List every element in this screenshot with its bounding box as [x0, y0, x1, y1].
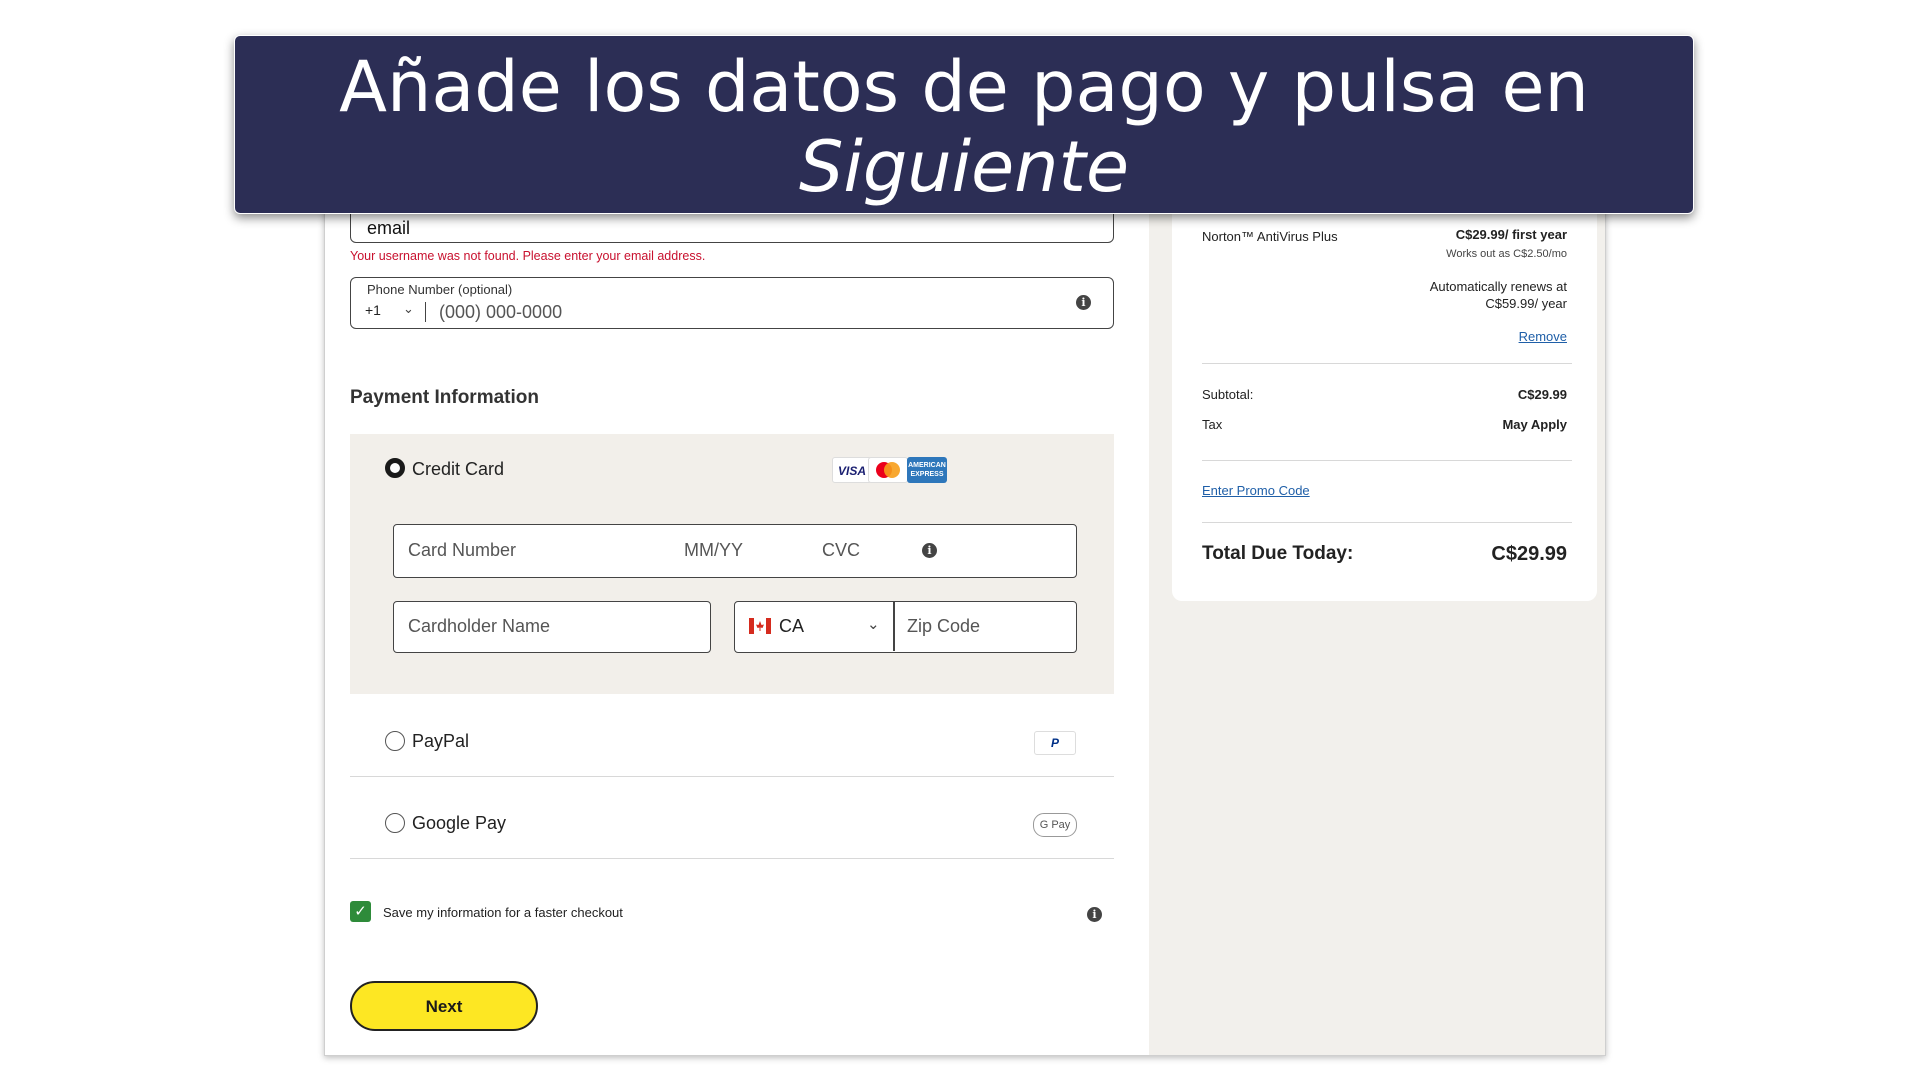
amex-logo: AMERICAN EXPRESS	[907, 457, 947, 483]
divider	[1202, 363, 1572, 364]
info-icon[interactable]: i	[1076, 295, 1091, 310]
chevron-down-icon[interactable]: ⌄	[403, 301, 414, 317]
google-pay-label: Google Pay	[412, 813, 507, 833]
paypal-label: PayPal	[412, 731, 470, 751]
google-pay-radio[interactable]	[385, 813, 405, 833]
mastercard-logo	[868, 457, 908, 483]
country-zip-field: CA ⌄ Zip Code	[734, 601, 1077, 653]
product-price: C$29.99/ first year	[1455, 227, 1567, 242]
phone-field: Phone Number (optional) +1 ⌄ i	[350, 277, 1114, 329]
divider	[1202, 460, 1572, 461]
phone-input[interactable]	[439, 300, 1039, 324]
email-error-message: Your username was not found. Please ente…	[350, 249, 706, 263]
country-zip-divider	[893, 602, 895, 651]
next-button[interactable]: Next	[350, 981, 538, 1031]
banner-title-line-1: Añade los datos de pago y pulsa en	[339, 46, 1589, 128]
card-number-input[interactable]: Card Number	[408, 540, 516, 561]
info-icon[interactable]: i	[1087, 907, 1102, 922]
checkout-window: email Your username was not found. Pleas…	[324, 140, 1606, 1056]
chevron-down-icon[interactable]: ⌄	[867, 615, 880, 633]
renewal-line-1: Automatically renews at	[1429, 279, 1567, 294]
card-details-field[interactable]: Card Number MM/YY CVC i	[393, 524, 1077, 578]
tax-value: May Apply	[1502, 417, 1567, 432]
total-value: C$29.99	[1491, 543, 1567, 565]
tax-label: Tax	[1202, 417, 1223, 432]
banner-title-line-2: Siguiente	[798, 126, 1130, 208]
phone-divider	[425, 302, 426, 322]
credit-card-panel: Credit Card VISA AMERICAN EXPRESS Card N…	[350, 434, 1114, 694]
paypal-radio[interactable]	[385, 731, 405, 751]
cardholder-name-field[interactable]: Cardholder Name	[393, 601, 711, 653]
save-info-label: Save my information for a faster checkou…	[383, 905, 623, 920]
visa-logo: VISA	[832, 457, 872, 483]
remove-link[interactable]: Remove	[1519, 329, 1567, 344]
renewal-line-2: C$59.99/ year	[1485, 296, 1567, 311]
zip-code-input[interactable]: Zip Code	[907, 616, 980, 637]
instruction-banner: Añade los datos de pago y pulsa en Sigui…	[234, 35, 1694, 214]
phone-label: Phone Number (optional)	[367, 282, 513, 297]
flag-canada-icon	[749, 618, 771, 639]
paypal-option[interactable]: PayPal P	[350, 694, 1114, 777]
credit-card-radio[interactable]	[385, 458, 405, 478]
subtotal-value: C$29.99	[1517, 387, 1567, 402]
country-select[interactable]: CA	[779, 616, 804, 637]
email-value: email	[367, 218, 411, 238]
promo-code-link[interactable]: Enter Promo Code	[1202, 483, 1310, 498]
subtotal-label: Subtotal:	[1202, 387, 1254, 402]
mastercard-icon	[876, 462, 900, 478]
phone-country-code[interactable]: +1	[365, 302, 381, 318]
monthly-price: Works out as C$2.50/mo	[1446, 248, 1567, 260]
save-info-checkbox[interactable]: ✓	[350, 901, 371, 922]
payment-heading: Payment Information	[350, 387, 539, 408]
google-pay-logo: G Pay	[1033, 813, 1077, 837]
paypal-logo: P	[1034, 731, 1076, 755]
cvc-input[interactable]: CVC	[822, 540, 860, 561]
expiry-input[interactable]: MM/YY	[684, 540, 743, 561]
product-name: Norton™ AntiVirus Plus	[1202, 229, 1338, 244]
google-pay-option[interactable]: Google Pay G Pay	[350, 776, 1114, 859]
info-icon[interactable]: i	[922, 543, 937, 558]
cardholder-name-input[interactable]: Cardholder Name	[408, 616, 550, 637]
credit-card-label: Credit Card	[412, 459, 505, 479]
divider	[1202, 522, 1572, 523]
total-label: Total Due Today:	[1202, 543, 1354, 564]
